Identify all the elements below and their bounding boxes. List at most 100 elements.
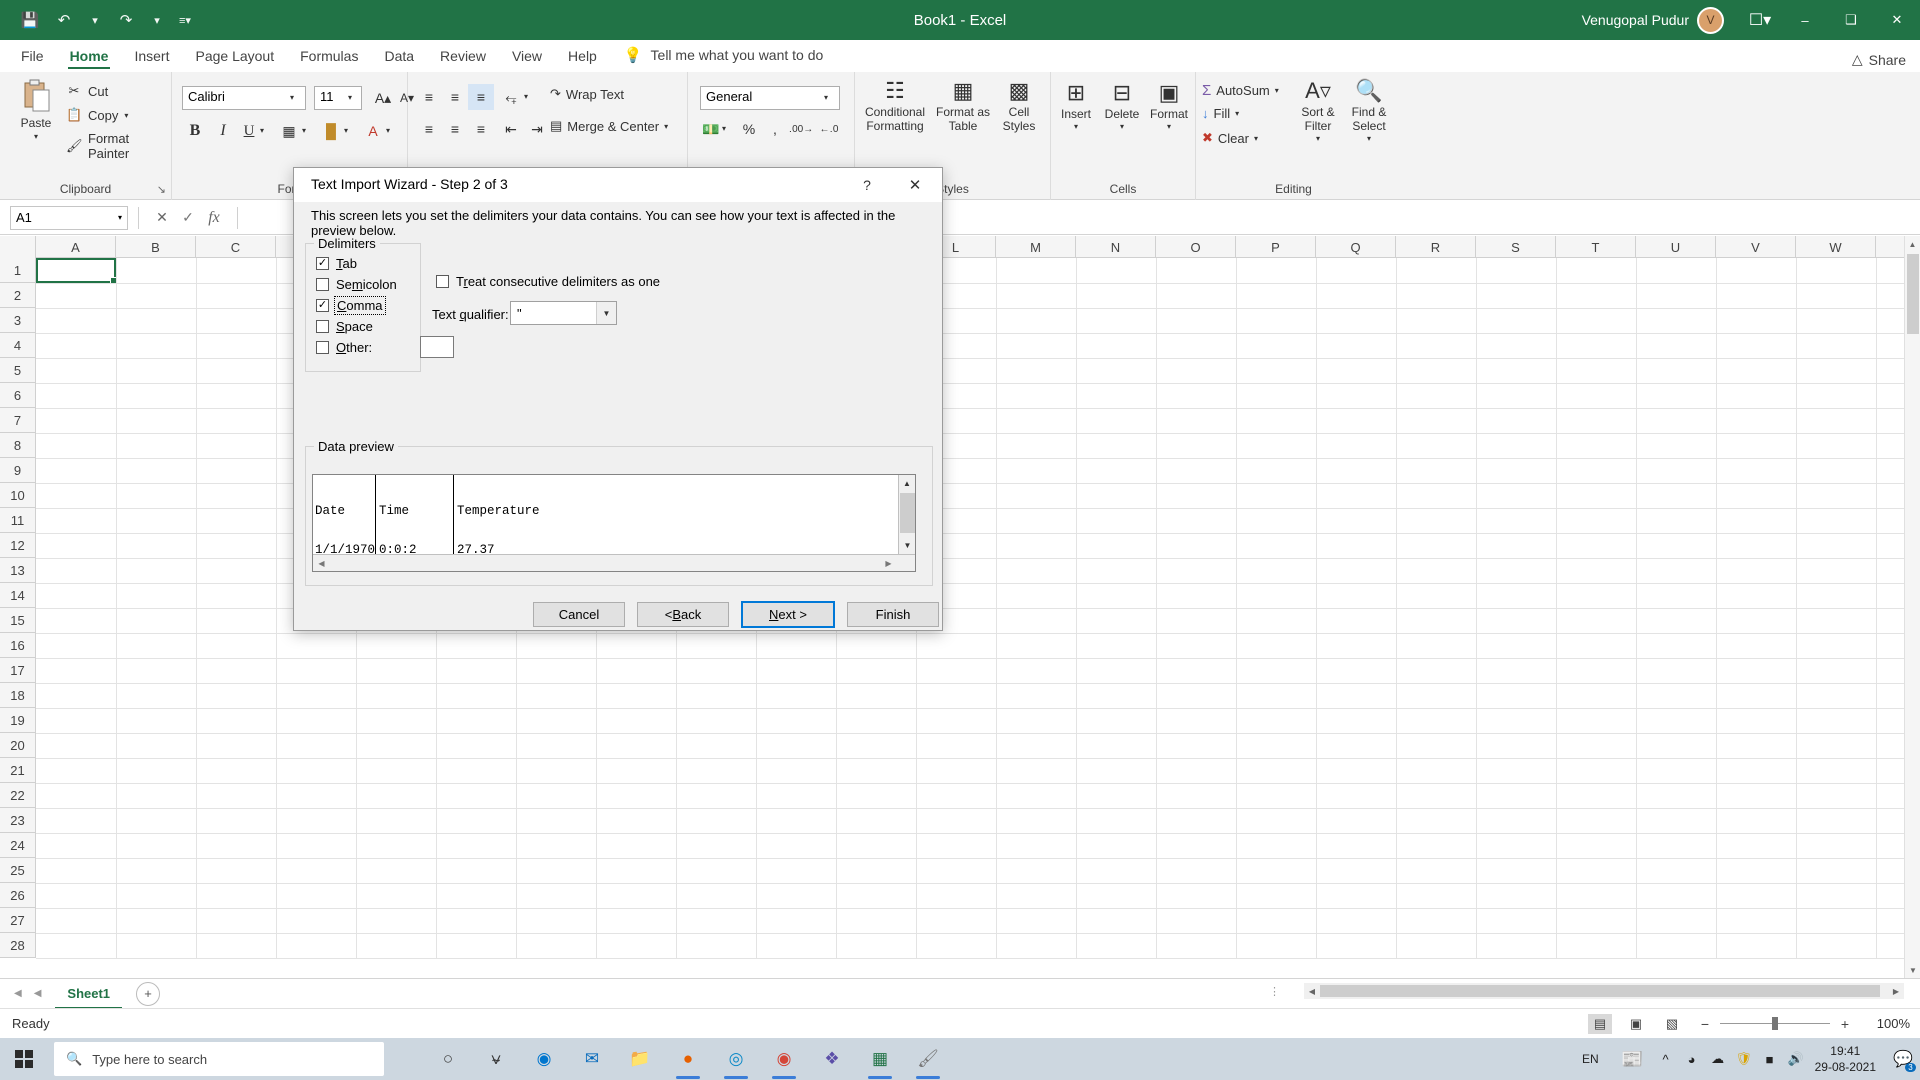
row-header-10[interactable]: 10 [0, 483, 36, 508]
row-header-16[interactable]: 16 [0, 633, 36, 658]
percent-style-button[interactable]: % [736, 116, 762, 142]
tell-me-search[interactable]: 💡 Tell me what you want to do [610, 42, 833, 72]
share-button[interactable]: △ Share [1852, 51, 1906, 68]
format-painter-button[interactable]: 🖌 Format Painter [62, 128, 171, 164]
checkbox-comma[interactable]: ✓ Comma [316, 296, 386, 315]
name-box-chevron-down-icon[interactable]: ▾ [118, 213, 122, 222]
number-format-chevron-down-icon[interactable]: ▾ [824, 93, 828, 102]
insert-chevron-down-icon[interactable]: ▾ [1074, 122, 1078, 131]
sort-filter-button[interactable]: A▿ Sort & Filter ▾ [1292, 80, 1344, 143]
first-sheet-icon[interactable]: ◀ [14, 988, 22, 999]
column-header-W[interactable]: W [1796, 236, 1876, 258]
hscroll-track[interactable] [1320, 985, 1888, 997]
row-header-27[interactable]: 27 [0, 908, 36, 933]
redo-icon[interactable]: ↷ [110, 5, 142, 35]
column-header-T[interactable]: T [1556, 236, 1636, 258]
semicolon-checkbox-box[interactable] [316, 278, 329, 291]
scroll-right-icon[interactable]: ▶ [1888, 987, 1904, 996]
borders-chevron-down-icon[interactable]: ▾ [302, 126, 306, 135]
cortana-circle-icon[interactable]: ○ [424, 1038, 472, 1080]
font-name-input[interactable]: Calibri [182, 86, 306, 110]
row-header-22[interactable]: 22 [0, 783, 36, 808]
autosum-button[interactable]: Σ AutoSum ▾ [1202, 82, 1279, 99]
column-header-R[interactable]: R [1396, 236, 1476, 258]
checkbox-tab[interactable]: ✓ Tab [316, 256, 357, 271]
language-indicator[interactable]: EN [1568, 1052, 1613, 1066]
increase-decimal-button[interactable]: ․00→ [788, 116, 814, 142]
scroll-up-icon[interactable]: ▲ [1905, 236, 1920, 252]
font-color-icon[interactable]: A [360, 118, 386, 144]
delete-chevron-down-icon[interactable]: ▾ [1120, 122, 1124, 131]
page-layout-view-icon[interactable]: ▣ [1624, 1014, 1648, 1034]
row-header-9[interactable]: 9 [0, 458, 36, 483]
comma-style-button[interactable]: , [762, 116, 788, 142]
row-header-11[interactable]: 11 [0, 508, 36, 533]
text-qualifier-chevron-down-icon[interactable]: ▼ [596, 302, 616, 324]
format-cells-button[interactable]: ▣ Format ▾ [1145, 82, 1193, 131]
undo-dropdown-icon[interactable]: ▾ [82, 5, 108, 35]
customize-qat-icon[interactable]: ≡▾ [172, 5, 198, 35]
find-select-button[interactable]: 🔍 Find & Select ▾ [1342, 80, 1396, 143]
security-shield-icon[interactable]: 🛡 [1731, 1038, 1757, 1080]
cancel-entry-icon[interactable]: ✕ [149, 209, 175, 226]
number-format-select[interactable]: General [700, 86, 840, 110]
edge-icon[interactable]: ◎ [712, 1038, 760, 1080]
preview-horizontal-scrollbar[interactable]: ◀ ▶ [313, 554, 915, 571]
accounting-format-icon[interactable]: 💵 [698, 116, 724, 142]
delete-cells-button[interactable]: ⊟ Delete ▾ [1099, 82, 1145, 131]
treat-consecutive-checkbox-box[interactable] [436, 275, 449, 288]
preview-scroll-left-icon[interactable]: ◀ [313, 559, 330, 568]
column-header-C[interactable]: C [196, 236, 276, 258]
finish-button[interactable]: Finish [847, 602, 939, 627]
fill-color-icon[interactable]: █ [318, 118, 344, 144]
taskbar-search-input[interactable]: 🔍 Type here to search [54, 1042, 384, 1076]
align-center-icon[interactable]: ≡ [442, 116, 468, 142]
fill-color-chevron-down-icon[interactable]: ▾ [344, 126, 348, 135]
tab-help[interactable]: Help [555, 44, 610, 72]
row-header-24[interactable]: 24 [0, 833, 36, 858]
fill-chevron-down-icon[interactable]: ▾ [1235, 109, 1239, 118]
column-header-B[interactable]: B [116, 236, 196, 258]
format-as-table-button[interactable]: ▦ Format as Table [931, 80, 995, 134]
align-left-icon[interactable]: ≡ [416, 116, 442, 142]
preview-scroll-down-icon[interactable]: ▼ [899, 537, 915, 554]
column-header-Q[interactable]: Q [1316, 236, 1396, 258]
vertical-scrollbar[interactable]: ▲ ▼ [1904, 236, 1920, 978]
scrollbar-thumb[interactable] [1907, 254, 1919, 334]
row-header-26[interactable]: 26 [0, 883, 36, 908]
copy-button[interactable]: 📋 Copy ▾ [62, 104, 132, 126]
preview-vscroll-thumb[interactable] [900, 493, 915, 533]
decrease-indent-icon[interactable]: ⇤ [498, 116, 524, 142]
wrap-text-button[interactable]: ↷ Wrap Text [550, 86, 624, 102]
row-header-13[interactable]: 13 [0, 558, 36, 583]
enter-entry-icon[interactable]: ✓ [175, 209, 201, 226]
cut-button[interactable]: ✂ Cut [62, 80, 112, 102]
insert-function-icon[interactable]: fx [201, 209, 227, 227]
text-qualifier-select[interactable]: " ▼ [510, 301, 617, 325]
wifi-icon[interactable]: ◕ [1679, 1038, 1705, 1080]
font-size-input[interactable]: 11 [314, 86, 362, 110]
column-header-A[interactable]: A [36, 236, 116, 258]
row-header-5[interactable]: 5 [0, 358, 36, 383]
row-header-25[interactable]: 25 [0, 858, 36, 883]
row-header-18[interactable]: 18 [0, 683, 36, 708]
zoom-thumb[interactable] [1772, 1017, 1778, 1030]
checkbox-other[interactable]: Other: [316, 340, 372, 355]
row-header-28[interactable]: 28 [0, 933, 36, 958]
next-button[interactable]: Next > [741, 601, 835, 628]
redo-dropdown-icon[interactable]: ▾ [144, 5, 170, 35]
underline-button[interactable]: U [236, 118, 262, 144]
other-checkbox-box[interactable] [316, 341, 329, 354]
scroll-left-icon[interactable]: ◀ [1304, 987, 1320, 996]
windows-start-icon[interactable] [0, 1038, 48, 1080]
row-header-20[interactable]: 20 [0, 733, 36, 758]
minimize-button[interactable]: – [1782, 0, 1828, 40]
zoom-slider[interactable]: − + [1696, 1016, 1854, 1032]
decrease-decimal-button[interactable]: ←․0 [816, 116, 842, 142]
tab-review[interactable]: Review [427, 44, 499, 72]
dell-icon[interactable]: ◉ [520, 1038, 568, 1080]
preview-scroll-up-icon[interactable]: ▲ [899, 475, 915, 492]
onedrive-icon[interactable]: ☁ [1705, 1038, 1731, 1080]
increase-font-size-icon[interactable]: A▴ [370, 85, 396, 111]
tab-checkbox-box[interactable]: ✓ [316, 257, 329, 270]
